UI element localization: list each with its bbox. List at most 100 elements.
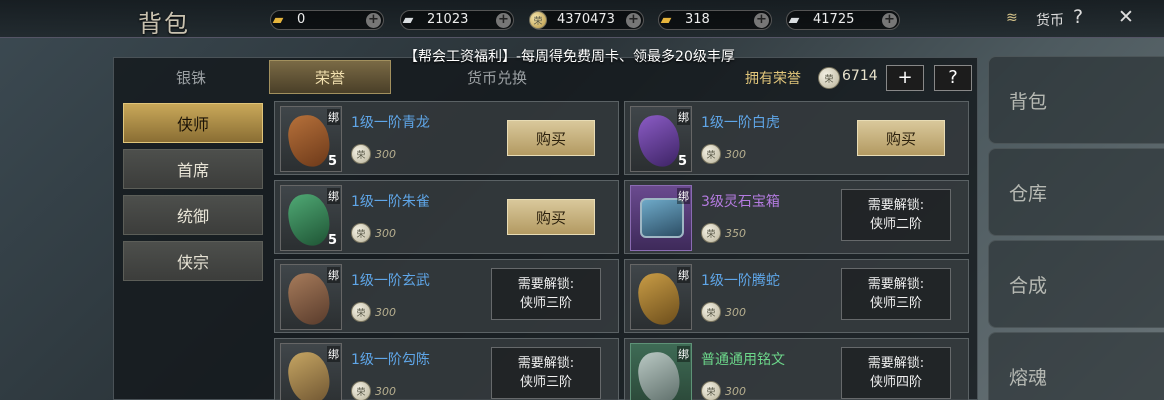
bound-badge: 绑 <box>677 109 690 125</box>
add-currency-button[interactable]: + <box>754 13 769 28</box>
add-honor-button[interactable]: + <box>886 65 924 91</box>
add-currency-button[interactable]: + <box>626 13 641 28</box>
currency-gold-ingot-2: ▰ 318 + <box>658 10 772 30</box>
item-price: 300 <box>375 306 396 319</box>
currency-value: 0 <box>297 12 306 27</box>
item-name: 3级灵石宝箱 <box>701 194 780 210</box>
item-icon: 绑 <box>630 185 692 251</box>
rune-stone-icon <box>635 270 683 328</box>
currency-value: 41725 <box>813 12 855 27</box>
bound-badge: 绑 <box>677 346 690 362</box>
list-item[interactable]: 绑 5 1级一阶朱雀 荣 300 购买 <box>274 180 619 254</box>
unlock-requirement: 需要解锁: 侠师四阶 <box>841 347 951 399</box>
item-price: 300 <box>725 385 746 398</box>
honor-coin-icon: 荣 <box>701 302 721 322</box>
honor-coin-icon: 荣 <box>701 144 721 164</box>
currency-gold-ingot: ▰ 0 + <box>270 10 384 30</box>
silver-ingot-icon: ▰ <box>788 12 800 28</box>
tab-silver[interactable]: 银铢 <box>130 60 252 94</box>
right-nav-warehouse[interactable]: 仓库 <box>988 148 1164 236</box>
rune-stone-icon <box>285 191 333 249</box>
item-icon: 绑 <box>630 264 692 330</box>
list-item[interactable]: 绑 1级一阶腾蛇 荣 300 需要解锁: 侠师三阶 <box>624 259 969 333</box>
item-icon: 绑 5 <box>280 185 342 251</box>
gold-ingot-icon: ▰ <box>272 12 284 28</box>
honor-coin-icon: 荣 <box>818 67 840 89</box>
currency-stack-icon[interactable]: ≋ <box>1006 10 1018 26</box>
currency-value: 318 <box>685 12 710 27</box>
list-item[interactable]: 绑 5 1级一阶青龙 荣 300 购买 <box>274 101 619 175</box>
list-item[interactable]: 绑 1级一阶玄武 荣 300 需要解锁: 侠师三阶 <box>274 259 619 333</box>
sidebar-item-xiashi[interactable]: 侠师 <box>123 103 263 143</box>
item-price: 300 <box>375 227 396 240</box>
rune-stone-icon <box>285 349 333 400</box>
help-icon[interactable]: ? <box>1073 6 1083 28</box>
honor-coin-icon: 荣 <box>351 144 371 164</box>
item-price: 300 <box>725 306 746 319</box>
gold-ingot-icon: ▰ <box>660 12 672 28</box>
item-name: 1级一阶白虎 <box>701 115 780 131</box>
right-nav-smelt[interactable]: 熔魂 <box>988 332 1164 400</box>
help-button[interactable]: ? <box>934 65 972 91</box>
item-price: 300 <box>375 385 396 398</box>
item-icon: 绑 5 <box>280 106 342 172</box>
add-currency-button[interactable]: + <box>882 13 897 28</box>
item-icon: 绑 <box>280 264 342 330</box>
list-item[interactable]: 绑 1级一阶勾陈 荣 300 需要解锁: 侠师三阶 <box>274 338 619 400</box>
currency-value: 4370473 <box>557 12 615 27</box>
honor-coin-icon: 荣 <box>351 223 371 243</box>
bound-badge: 绑 <box>677 188 690 204</box>
buy-button[interactable]: 购买 <box>507 199 595 235</box>
list-item[interactable]: 绑 5 1级一阶白虎 荣 300 购买 <box>624 101 969 175</box>
item-icon: 绑 5 <box>630 106 692 172</box>
bound-badge: 绑 <box>327 346 340 362</box>
item-name: 1级一阶玄武 <box>351 273 430 289</box>
bound-badge: 绑 <box>327 267 340 283</box>
add-currency-button[interactable]: + <box>366 13 381 28</box>
coin-icon: 荣 <box>525 8 551 32</box>
honor-coin-icon: 荣 <box>351 302 371 322</box>
item-name: 1级一阶青龙 <box>351 115 430 131</box>
buy-button[interactable]: 购买 <box>857 120 945 156</box>
right-nav-bag[interactable]: 背包 <box>988 56 1164 144</box>
item-price: 300 <box>725 148 746 161</box>
treasure-chest-icon <box>640 198 684 238</box>
item-icon: 绑 <box>630 343 692 400</box>
currency-silver-ingot: ▰ 21023 + <box>400 10 514 30</box>
owned-honor-label: 拥有荣誉 <box>745 71 801 87</box>
list-item[interactable]: 绑 3级灵石宝箱 荣 350 需要解锁: 侠师二阶 <box>624 180 969 254</box>
add-currency-button[interactable]: + <box>496 13 511 28</box>
item-name: 1级一阶朱雀 <box>351 194 430 210</box>
rune-stone-icon <box>635 112 683 170</box>
currency-coin: 荣 4370473 + <box>529 10 644 30</box>
item-price: 300 <box>375 148 396 161</box>
unlock-requirement: 需要解锁: 侠师三阶 <box>841 268 951 320</box>
item-name: 1级一阶腾蛇 <box>701 273 780 289</box>
tab-honor[interactable]: 荣誉 <box>269 60 391 94</box>
sidebar-item-tongyu[interactable]: 统御 <box>123 195 263 235</box>
unlock-requirement: 需要解锁: 侠师二阶 <box>841 189 951 241</box>
item-quantity: 5 <box>327 233 337 248</box>
tab-currency-exchange[interactable]: 货币兑换 <box>436 60 558 94</box>
close-icon[interactable]: ✕ <box>1118 6 1134 28</box>
item-price: 350 <box>725 227 746 240</box>
buy-button[interactable]: 购买 <box>507 120 595 156</box>
currency-label[interactable]: 货币 <box>1036 10 1064 30</box>
rune-stone-icon <box>285 270 333 328</box>
inscription-icon <box>635 349 683 400</box>
unlock-requirement: 需要解锁: 侠师三阶 <box>491 268 601 320</box>
silver-ingot-icon: ▰ <box>402 12 414 28</box>
sidebar-item-xiazong[interactable]: 侠宗 <box>123 241 263 281</box>
owned-honor-value: 6714 <box>842 68 878 84</box>
sidebar-item-shouxi[interactable]: 首席 <box>123 149 263 189</box>
list-item[interactable]: 绑 普通通用铭文 荣 300 需要解锁: 侠师四阶 <box>624 338 969 400</box>
item-icon: 绑 <box>280 343 342 400</box>
honor-coin-icon: 荣 <box>701 223 721 243</box>
honor-coin-icon: 荣 <box>701 381 721 400</box>
currency-silver-ingot-2: ▰ 41725 + <box>786 10 900 30</box>
currency-value: 21023 <box>427 12 469 27</box>
right-nav-synthesis[interactable]: 合成 <box>988 240 1164 328</box>
honor-coin-icon: 荣 <box>351 381 371 400</box>
page-title: 背包 <box>138 10 190 38</box>
item-name: 普通通用铭文 <box>701 352 785 368</box>
